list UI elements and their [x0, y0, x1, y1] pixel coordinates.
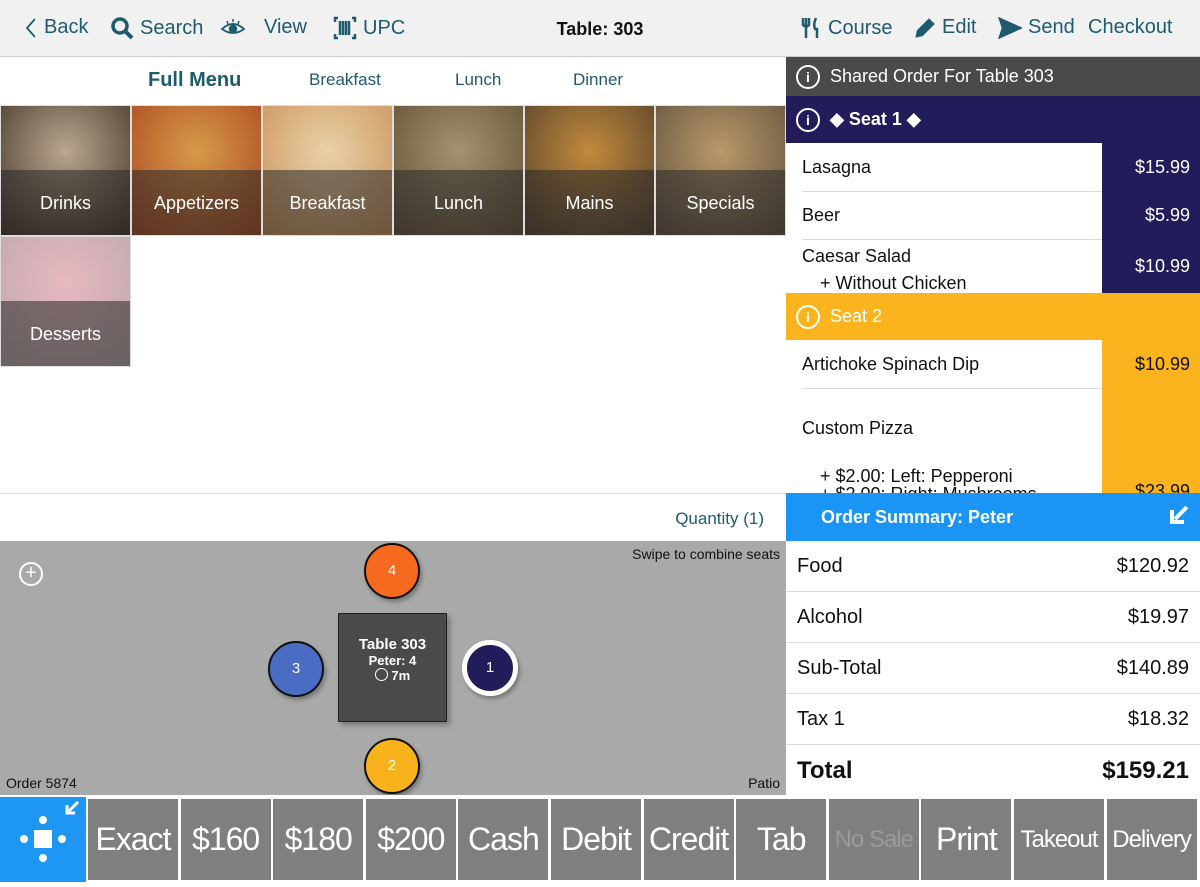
tab-lunch[interactable]: Lunch	[455, 70, 501, 90]
upc-button[interactable]: UPC	[333, 16, 405, 40]
exact-button[interactable]: Exact	[88, 799, 178, 880]
add-icon[interactable]: +	[19, 562, 43, 586]
order-item[interactable]: Custom Pizza+ $2.00: Left: Pepperoni+ $2…	[786, 388, 1200, 493]
view-button[interactable]: View	[220, 16, 307, 39]
summary-row-total: Total $159.21	[786, 745, 1200, 796]
credit-button[interactable]: Credit	[643, 799, 734, 880]
category-label: Lunch	[394, 170, 523, 235]
order-panel: i Shared Order For Table 303 i ◆ Seat 1 ◆ …	[786, 57, 1200, 493]
table-303[interactable]: Table 303 Peter: 4 7m	[338, 613, 447, 722]
summary-value: $140.89	[1116, 657, 1189, 679]
seat-2[interactable]: 2	[364, 738, 420, 794]
debit-button[interactable]: Debit	[551, 799, 641, 880]
back-button[interactable]: Back	[24, 16, 88, 39]
category-breakfast[interactable]: Breakfast	[262, 105, 393, 236]
category-appetizers[interactable]: Appetizers	[131, 105, 262, 236]
category-label: Mains	[525, 170, 654, 235]
order-item[interactable]: Caesar Salad + Without Chicken $10.99	[786, 239, 1200, 293]
order-number: Order 5874	[6, 775, 77, 791]
collapse-arrow-icon[interactable]	[1168, 504, 1190, 526]
category-label: Drinks	[1, 170, 130, 235]
search-icon	[111, 17, 134, 40]
160-button[interactable]: $160	[180, 799, 271, 880]
seat-1-header[interactable]: i ◆ Seat 1 ◆	[786, 96, 1200, 143]
pencil-icon	[915, 17, 935, 38]
seat-3[interactable]: 3	[268, 641, 324, 697]
summary-row-alcohol: Alcohol $19.97	[786, 592, 1200, 643]
barcode-icon	[333, 16, 357, 40]
menu-tabs: Full Menu Breakfast Lunch Dinner	[0, 57, 786, 105]
category-mains[interactable]: Mains	[524, 105, 655, 236]
category-label: Specials	[656, 170, 785, 235]
order-item[interactable]: Beer $5.99	[786, 191, 1200, 239]
floor-plan: + Swipe to combine seats Order 5874 Pati…	[0, 541, 786, 795]
quantity-bar: Quantity (1)	[0, 493, 786, 541]
item-modifier: + $2.00: Right: Mushrooms	[820, 484, 1037, 493]
eye-icon	[220, 18, 246, 34]
summary-value: $18.32	[1127, 708, 1189, 730]
clock-icon	[374, 668, 388, 681]
summary-label: Sub-Total	[797, 657, 882, 679]
category-label: Breakfast	[263, 170, 392, 235]
summary-value: $19.97	[1127, 606, 1189, 628]
takeout-button[interactable]: Takeout	[1014, 799, 1104, 880]
category-drinks[interactable]: Drinks	[0, 105, 131, 236]
category-lunch[interactable]: Lunch	[393, 105, 524, 236]
summary-value: $120.92	[1116, 555, 1189, 577]
180-button[interactable]: $180	[273, 799, 364, 880]
category-label: Desserts	[1, 301, 130, 366]
summary-row-sub-total: Sub-Total $140.89	[786, 643, 1200, 694]
delivery-button[interactable]: Delivery	[1106, 799, 1197, 880]
summary-label: Total	[797, 757, 853, 784]
info-icon[interactable]: i	[796, 107, 820, 132]
200-button[interactable]: $200	[365, 799, 456, 880]
summary-label: Tax 1	[797, 708, 845, 730]
summary-label: Alcohol	[797, 606, 863, 628]
summary-row-tax-1: Tax 1 $18.32	[786, 694, 1200, 745]
table-layout-button[interactable]	[0, 797, 86, 882]
tab-breakfast[interactable]: Breakfast	[309, 70, 381, 90]
edit-button[interactable]: Edit	[914, 16, 976, 39]
category-specials[interactable]: Specials	[655, 105, 786, 236]
quantity-button[interactable]: Quantity (1)	[675, 509, 764, 529]
cash-button[interactable]: Cash	[458, 799, 549, 880]
tab-dinner[interactable]: Dinner	[573, 70, 623, 90]
item-modifier: + Without Chicken	[820, 273, 967, 293]
course-button[interactable]: Course	[800, 16, 892, 40]
seat-1[interactable]: 1	[462, 640, 518, 696]
shared-order-header: i Shared Order For Table 303	[786, 57, 1200, 96]
swipe-hint: Swipe to combine seats	[632, 546, 780, 562]
seat-4[interactable]: 4	[364, 543, 420, 599]
no-sale-button[interactable]: No Sale	[828, 799, 919, 880]
info-icon[interactable]: i	[796, 64, 820, 89]
send-button[interactable]: Send	[998, 16, 1075, 39]
search-button[interactable]: Search	[110, 16, 203, 40]
summary-label: Food	[797, 555, 843, 577]
fork-knife-icon	[801, 17, 819, 38]
order-summary-header: Order Summary: Peter	[786, 493, 1200, 541]
tab-button[interactable]: Tab	[736, 799, 827, 880]
seat-2-header[interactable]: i Seat 2	[786, 293, 1200, 340]
category-label: Appetizers	[132, 170, 261, 235]
payment-bar: Exact $160 $180 $200 Cash Debit Credit Tab No Sa…	[0, 795, 1200, 882]
seats-icon	[20, 800, 80, 862]
summary-row-food: Food $120.92	[786, 541, 1200, 592]
send-icon	[998, 16, 1022, 39]
checkout-button[interactable]: Checkout	[1088, 16, 1173, 39]
area-name: Patio	[748, 775, 780, 791]
chevron-left-icon	[25, 17, 36, 38]
order-item[interactable]: Lasagna $15.99	[786, 143, 1200, 191]
tab-full-menu[interactable]: Full Menu	[148, 69, 241, 92]
info-icon[interactable]: i	[796, 304, 820, 329]
print-button[interactable]: Print	[921, 799, 1012, 880]
top-toolbar: Back Search View UPC Table: 303 Course E…	[0, 0, 1200, 57]
summary-value: $159.21	[1102, 757, 1189, 784]
category-desserts[interactable]: Desserts	[0, 236, 131, 367]
order-item[interactable]: Artichoke Spinach Dip $10.99	[786, 340, 1200, 388]
